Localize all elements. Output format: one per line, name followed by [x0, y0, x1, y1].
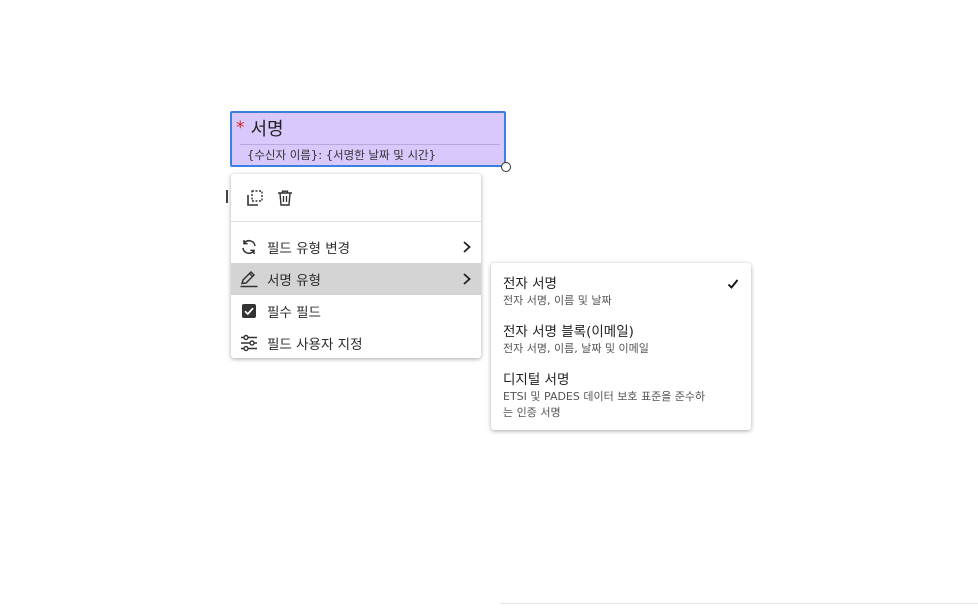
- context-menu-toolbar: [231, 174, 481, 221]
- submenu-item-e-signature-block[interactable]: 전자 서명 블록(이메일) 전자 서명, 이름, 날짜 및 이메일: [503, 323, 741, 357]
- refresh-icon: [239, 237, 259, 257]
- menu-item-label: 필드 유형 변경: [267, 241, 351, 257]
- submenu-item-digital-signature[interactable]: 디지털 서명 ETSI 및 PADES 데이터 보호 표준을 준수하는 인증 서…: [503, 371, 741, 421]
- checkbox-checked-icon[interactable]: [239, 301, 259, 321]
- menu-item-customize-field[interactable]: 필드 사용자 지정: [231, 327, 481, 359]
- duplicate-icon: [247, 189, 263, 206]
- page: * 서명 {수신자 이름}: {서명한 날짜 및 시간} 필드 유형 변경 서명…: [0, 0, 978, 611]
- signature-field-subtitle: {수신자 이름}: {서명한 날짜 및 시간}: [247, 148, 436, 162]
- required-asterisk: *: [236, 118, 245, 138]
- duplicate-button[interactable]: [243, 186, 267, 210]
- signature-field[interactable]: * 서명 {수신자 이름}: {서명한 날짜 및 시간}: [230, 111, 511, 172]
- submenu-item-title: 전자 서명: [503, 276, 557, 292]
- resize-handle[interactable]: [501, 162, 511, 172]
- signature-field-header: * 서명: [236, 113, 284, 143]
- trash-icon: [278, 190, 292, 206]
- submenu-item-description: 전자 서명, 이름 및 날짜: [503, 294, 612, 307]
- sliders-icon: [239, 333, 259, 353]
- text-cursor-mark: [226, 190, 228, 203]
- page-edge-line: [500, 603, 978, 604]
- chevron-right-icon: [463, 241, 471, 253]
- field-context-menu: 필드 유형 변경 서명 유형 필수 필드 필드 사용자 지정: [231, 174, 481, 358]
- submenu-item-description: 전자 서명, 이름, 날짜 및 이메일: [503, 342, 649, 355]
- pen-edit-icon: [239, 269, 259, 289]
- menu-item-required-field[interactable]: 필수 필드: [231, 295, 481, 327]
- submenu-item-title: 디지털 서명: [503, 372, 570, 388]
- menu-item-signature-type[interactable]: 서명 유형: [231, 263, 481, 295]
- submenu-item-description: ETSI 및 PADES 데이터 보호 표준을 준수하는 인증 서명: [503, 390, 706, 419]
- menu-item-label: 서명 유형: [267, 273, 321, 289]
- menu-item-label: 필수 필드: [267, 305, 321, 321]
- signature-field-divider: [240, 144, 500, 145]
- signature-type-submenu: 전자 서명 전자 서명, 이름 및 날짜 전자 서명 블록(이메일) 전자 서명…: [491, 263, 751, 430]
- submenu-item-e-signature[interactable]: 전자 서명 전자 서명, 이름 및 날짜: [503, 275, 741, 309]
- chevron-right-icon: [463, 273, 471, 285]
- delete-button[interactable]: [273, 186, 297, 210]
- checkmark-icon: [727, 279, 739, 289]
- context-menu-list: 필드 유형 변경 서명 유형 필수 필드 필드 사용자 지정: [231, 222, 481, 359]
- menu-item-change-field-type[interactable]: 필드 유형 변경: [231, 231, 481, 263]
- menu-item-label: 필드 사용자 지정: [267, 337, 363, 353]
- signature-field-title: 서명: [250, 119, 284, 140]
- submenu-item-title: 전자 서명 블록(이메일): [503, 324, 634, 340]
